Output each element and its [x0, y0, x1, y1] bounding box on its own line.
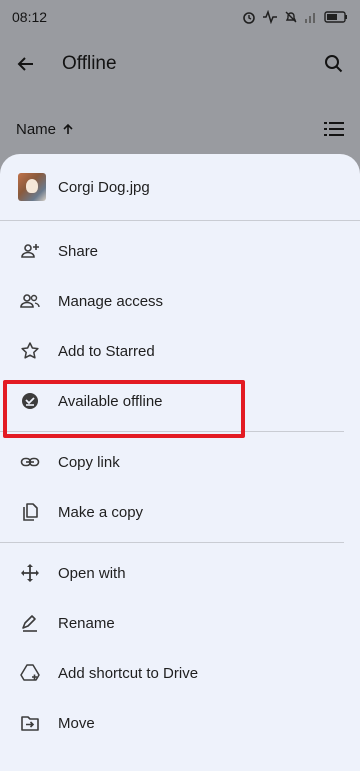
people-icon	[20, 291, 40, 311]
menu-item-add-to-starred[interactable]: Add to Starred	[0, 326, 360, 376]
menu-item-label: Manage access	[58, 292, 164, 310]
menu-item-label: Open with	[58, 564, 126, 582]
menu-item-label: Copy link	[58, 453, 120, 471]
menu-item-label: Rename	[58, 614, 115, 632]
star-icon	[20, 341, 40, 361]
menu-item-manage-access[interactable]: Manage access	[0, 276, 360, 326]
menu-item-label: Share	[58, 242, 99, 260]
file-name: Corgi Dog.jpg	[58, 178, 150, 196]
menu-group-3: Open with Rename Add shortcut to Drive M…	[0, 543, 360, 753]
menu-item-share[interactable]: Share	[0, 226, 360, 276]
copy-icon	[20, 502, 40, 522]
sheet-header: Corgi Dog.jpg	[0, 154, 360, 220]
drive-shortcut-icon	[20, 663, 40, 683]
person-add-icon	[20, 241, 40, 261]
highlight-annotation	[3, 380, 245, 438]
menu-item-make-a-copy[interactable]: Make a copy	[0, 487, 360, 537]
menu-item-add-shortcut[interactable]: Add shortcut to Drive	[0, 648, 360, 698]
menu-item-label: Move	[58, 714, 95, 732]
pencil-icon	[20, 613, 40, 633]
menu-item-label: Add to Starred	[58, 342, 155, 360]
menu-item-copy-link[interactable]: Copy link	[0, 437, 360, 487]
menu-item-label: Make a copy	[58, 503, 144, 521]
file-thumbnail	[18, 173, 46, 201]
menu-item-open-with[interactable]: Open with	[0, 548, 360, 598]
bottom-sheet: Corgi Dog.jpg Share Manage access Add to…	[0, 154, 360, 771]
menu-item-label: Add shortcut to Drive	[58, 664, 199, 682]
menu-item-rename[interactable]: Rename	[0, 598, 360, 648]
move-arrows-icon	[20, 563, 40, 583]
menu-item-move[interactable]: Move	[0, 698, 360, 748]
folder-move-icon	[20, 713, 40, 733]
menu-group-2: Copy link Make a copy	[0, 432, 360, 542]
link-icon	[20, 452, 40, 472]
